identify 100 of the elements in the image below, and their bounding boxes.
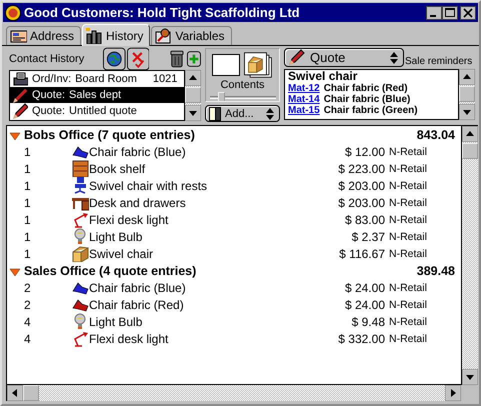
- price: $ 203.00: [337, 178, 385, 192]
- history-item[interactable]: Quote: Sales dept: [10, 87, 184, 103]
- price: $ 24.00: [344, 280, 385, 294]
- reminder-title: Swivel chair: [288, 70, 358, 83]
- scrollbar[interactable]: [462, 126, 478, 385]
- pen-icon: [288, 49, 306, 66]
- item-name: Light Bulb: [89, 314, 144, 328]
- section-label: Contact History: [9, 53, 84, 65]
- pen-icon: [12, 87, 28, 103]
- contents-preview: [212, 54, 240, 76]
- trash-icon[interactable]: [170, 49, 184, 69]
- slider-thumb[interactable]: [218, 92, 226, 102]
- quantity: 1: [23, 230, 32, 244]
- minimize-icon[interactable]: [426, 6, 442, 20]
- group-total: 389.48: [416, 264, 455, 278]
- scroll-down-icon[interactable]: [185, 105, 201, 121]
- reminder-text: Chair fabric (Red): [324, 83, 408, 94]
- scroll-up-icon[interactable]: [462, 126, 478, 142]
- price: $ 9.48: [350, 314, 385, 328]
- document-icon: [209, 106, 221, 121]
- spin-arrows-icon: [388, 50, 400, 64]
- card-icon: [10, 28, 27, 44]
- item-name: Chair fabric (Blue): [89, 280, 187, 294]
- box-stack-icon[interactable]: [242, 51, 273, 79]
- horizontal-scrollbar[interactable]: [7, 385, 461, 401]
- quantity: 1: [23, 178, 32, 192]
- group-title: Sales Office (4 quote entries): [24, 264, 198, 278]
- contents-label: Contents: [220, 79, 265, 91]
- item-name: Flexi desk light: [89, 212, 170, 226]
- box-icon: [72, 245, 89, 262]
- window-title: Good Customers: Hold Tight Scaffolding Ltd: [24, 5, 301, 20]
- quantity: 1: [23, 162, 32, 176]
- price: $ 116.67: [338, 246, 385, 260]
- price-type: N-Retail: [389, 180, 427, 192]
- price-type: N-Retail: [389, 162, 427, 174]
- maximize-icon[interactable]: [442, 6, 458, 20]
- scroll-up-icon[interactable]: [185, 70, 201, 86]
- price-type: N-Retail: [389, 316, 427, 328]
- expanded-arrow-icon[interactable]: [9, 131, 21, 141]
- reminder-link[interactable]: Mat-14: [288, 94, 320, 105]
- scroll-thumb[interactable]: [462, 143, 478, 159]
- price-type: N-Retail: [389, 230, 427, 242]
- quantity: 4: [23, 332, 32, 346]
- price-type: N-Retail: [389, 214, 427, 226]
- add-icon[interactable]: [187, 50, 201, 68]
- quantity: 2: [23, 280, 32, 294]
- scroll-up-icon[interactable]: [459, 69, 475, 85]
- close-icon[interactable]: [460, 6, 476, 20]
- price-type: N-Retail: [389, 298, 427, 310]
- scroll-thumb[interactable]: [185, 87, 201, 103]
- group-total: 843.04: [416, 128, 455, 142]
- scroll-thumb[interactable]: [459, 86, 475, 102]
- scroll-down-icon[interactable]: [462, 369, 478, 385]
- chair-icon: [72, 177, 89, 194]
- group-title: Bobs Office (7 quote entries): [24, 128, 196, 142]
- bar-chart-icon: [86, 28, 104, 44]
- tab[interactable]: History: [82, 24, 150, 46]
- quantity: 4: [23, 314, 32, 328]
- item-name: Swivel chair with rests: [89, 178, 208, 192]
- expanded-arrow-icon[interactable]: [9, 267, 21, 277]
- item-name: Light Bulb: [89, 230, 144, 244]
- reminder-text: Chair fabric (Green): [324, 105, 418, 116]
- tab[interactable]: Variables: [151, 26, 232, 45]
- price-type: N-Retail: [389, 196, 427, 208]
- scroll-thumb[interactable]: [23, 385, 39, 401]
- quantity: 1: [23, 196, 32, 210]
- item-name: Desk and drawers: [89, 196, 187, 210]
- scrollbar[interactable]: [459, 69, 475, 120]
- item-name: Flexi desk light: [89, 332, 170, 346]
- desk-lamp-icon: [72, 330, 89, 347]
- add-dropdown[interactable]: Add...: [205, 105, 280, 122]
- scroll-left-icon[interactable]: [7, 385, 23, 401]
- history-item[interactable]: Quote: Untitled quote: [10, 103, 184, 119]
- price-type: N-Retail: [389, 332, 427, 344]
- quantity: 1: [23, 246, 32, 260]
- reminder-link[interactable]: Mat-12: [288, 83, 320, 94]
- globe-icon[interactable]: [103, 46, 126, 72]
- quantity: 1: [23, 144, 32, 158]
- scrollbar[interactable]: [185, 70, 201, 121]
- tab[interactable]: Address: [6, 26, 82, 45]
- bookshelf-icon: [72, 160, 89, 177]
- spin-arrows-icon: [264, 106, 276, 121]
- scroll-right-icon[interactable]: [445, 385, 461, 401]
- quote-dropdown[interactable]: Quote: [284, 48, 404, 67]
- reminder-text: Chair fabric (Blue): [324, 94, 410, 105]
- item-name: Book shelf: [89, 162, 146, 176]
- cross-tick-icon[interactable]: [126, 46, 150, 72]
- reminder-link[interactable]: Mat-15: [288, 105, 320, 116]
- price-type: N-Retail: [389, 146, 427, 158]
- item-name: Swivel chair: [89, 246, 154, 260]
- history-item[interactable]: Ord/Inv: Board Room 1021: [10, 71, 184, 87]
- scroll-down-icon[interactable]: [459, 104, 475, 120]
- quantity: 1: [23, 212, 32, 226]
- price: $ 332.00: [337, 332, 385, 346]
- price: $ 223.00: [337, 162, 385, 176]
- price: $ 2.37: [350, 230, 385, 244]
- price-type: N-Retail: [389, 248, 427, 260]
- section-label: Sale reminders: [405, 56, 472, 67]
- item-name: Chair fabric (Blue): [89, 144, 187, 158]
- price: $ 12.00: [344, 144, 385, 158]
